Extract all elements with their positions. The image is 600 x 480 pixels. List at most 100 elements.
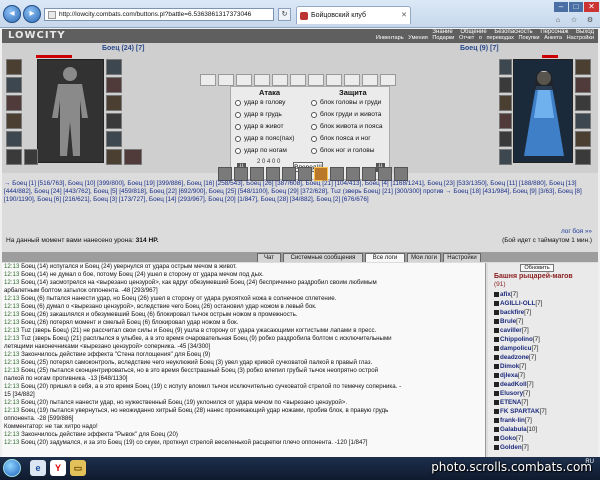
back-button[interactable]: ◂ bbox=[3, 5, 21, 23]
start-button[interactable] bbox=[3, 459, 21, 477]
online-user[interactable]: deadKoll[7] bbox=[494, 381, 534, 388]
user-name[interactable]: djlexa bbox=[500, 372, 518, 379]
defense-option[interactable]: блок груди и живота bbox=[320, 111, 381, 118]
equip-slot-left[interactable] bbox=[499, 131, 512, 147]
skill-icon[interactable] bbox=[362, 167, 376, 181]
online-user[interactable]: Brule[7] bbox=[494, 318, 523, 325]
effect-slot[interactable] bbox=[236, 74, 252, 86]
defense-radio[interactable] bbox=[311, 148, 317, 154]
effect-slot[interactable] bbox=[254, 74, 270, 86]
tab-my-logs[interactable]: Мои логи bbox=[407, 253, 441, 262]
user-name[interactable]: Galabula bbox=[500, 426, 527, 433]
menu-item[interactable]: Настройки bbox=[567, 35, 594, 41]
skill-icon[interactable] bbox=[250, 167, 264, 181]
equip-slot-helmet[interactable] bbox=[6, 59, 22, 75]
minimize-icon[interactable]: – bbox=[554, 2, 568, 12]
equip-slot-right[interactable] bbox=[575, 131, 591, 147]
maximize-icon[interactable]: □ bbox=[569, 2, 583, 12]
yandex-icon[interactable]: Y bbox=[50, 460, 66, 476]
effect-slot[interactable] bbox=[344, 74, 360, 86]
equip-slot-earrings[interactable] bbox=[106, 59, 122, 75]
menu-item[interactable]: Отчет о переводах bbox=[459, 35, 514, 41]
skill-icon[interactable] bbox=[282, 167, 296, 181]
user-name[interactable]: dampolicu bbox=[500, 345, 532, 352]
online-user[interactable]: dampolicu[7] bbox=[494, 345, 539, 352]
equip-slot-legs[interactable] bbox=[106, 131, 122, 147]
forward-button[interactable]: ▸ bbox=[23, 5, 41, 23]
effect-slot[interactable] bbox=[362, 74, 378, 86]
skill-icon[interactable] bbox=[346, 167, 360, 181]
menu-item[interactable]: Покупки bbox=[519, 35, 540, 41]
gear-icon[interactable]: ⚙ bbox=[585, 16, 595, 26]
user-name[interactable]: Elusory bbox=[500, 390, 523, 397]
private-message-icon[interactable] bbox=[494, 390, 499, 396]
defense-option[interactable]: блок ног и головы bbox=[320, 147, 374, 154]
defense-radio[interactable] bbox=[311, 112, 317, 118]
refresh-button[interactable]: Обновить bbox=[520, 264, 554, 272]
attack-option[interactable]: удар в грудь bbox=[244, 111, 282, 118]
equip-slot-pocket[interactable] bbox=[6, 149, 22, 165]
attack-radio[interactable] bbox=[235, 112, 241, 118]
tab-system[interactable]: Системные сообщения bbox=[283, 253, 363, 262]
online-user[interactable]: Dimok[7] bbox=[494, 363, 526, 370]
private-message-icon[interactable] bbox=[494, 426, 499, 432]
effect-slot[interactable] bbox=[218, 74, 234, 86]
sub-menu[interactable]: Инвентарь Умения Подарки Отчет о перевод… bbox=[376, 35, 594, 41]
equip-slot-right[interactable] bbox=[575, 59, 591, 75]
address-bar[interactable]: http://lowcity.combats.com/buttons.pl?ba… bbox=[44, 8, 274, 21]
attack-option[interactable]: удар в пояс(пах) bbox=[244, 135, 294, 142]
private-message-icon[interactable] bbox=[494, 345, 499, 351]
online-user[interactable]: Elusory[7] bbox=[494, 390, 530, 397]
online-user[interactable]: Golden[7] bbox=[494, 444, 529, 451]
user-name[interactable]: Goko bbox=[500, 435, 516, 442]
private-message-icon[interactable] bbox=[494, 354, 499, 360]
defense-radio[interactable] bbox=[311, 100, 317, 106]
skill-icon[interactable] bbox=[378, 167, 392, 181]
close-window-icon[interactable]: ✕ bbox=[584, 2, 599, 12]
private-message-icon[interactable] bbox=[494, 444, 499, 450]
player-left-name[interactable]: Боец (24) [7] bbox=[102, 45, 144, 52]
user-name[interactable]: Brule bbox=[500, 318, 516, 325]
menu-item[interactable]: Умения bbox=[408, 35, 428, 41]
skill-icon[interactable] bbox=[394, 167, 408, 181]
equip-slot-weapon[interactable] bbox=[6, 95, 22, 111]
user-name[interactable]: deadKoll bbox=[500, 381, 527, 388]
online-user[interactable]: caviller[7] bbox=[494, 327, 529, 334]
effect-slot[interactable] bbox=[326, 74, 342, 86]
attack-option[interactable]: удар в живот bbox=[244, 123, 284, 130]
attack-radio[interactable] bbox=[235, 148, 241, 154]
effect-slot[interactable] bbox=[290, 74, 306, 86]
home-icon[interactable]: ⌂ bbox=[553, 16, 563, 26]
online-user[interactable]: deadzone[7] bbox=[494, 354, 536, 361]
skill-icon[interactable] bbox=[266, 167, 280, 181]
skill-icon[interactable] bbox=[330, 167, 344, 181]
effect-slot[interactable] bbox=[308, 74, 324, 86]
browser-tab[interactable]: Бойцовский клуб ✕ bbox=[296, 6, 411, 24]
equip-slot-small[interactable] bbox=[24, 149, 38, 165]
effect-slot[interactable] bbox=[272, 74, 288, 86]
equip-slot-armor[interactable] bbox=[6, 113, 22, 129]
private-message-icon[interactable] bbox=[494, 372, 499, 378]
user-name[interactable]: caviller bbox=[500, 327, 522, 334]
user-name[interactable]: backfire bbox=[500, 309, 524, 316]
close-tab-icon[interactable]: ✕ bbox=[401, 7, 407, 24]
effect-slot[interactable] bbox=[380, 74, 396, 86]
equip-slot-ring[interactable] bbox=[106, 113, 122, 129]
equip-slot-belt[interactable] bbox=[6, 131, 22, 147]
equip-slot-shield[interactable] bbox=[106, 95, 122, 111]
equip-slot-amulet[interactable] bbox=[6, 77, 22, 93]
menu-item[interactable]: Инвентарь bbox=[376, 35, 404, 41]
private-message-icon[interactable] bbox=[494, 363, 499, 369]
favorites-icon[interactable]: ☆ bbox=[569, 16, 579, 26]
attack-option[interactable]: удар по ногам bbox=[244, 147, 287, 154]
defense-option[interactable]: блок головы и груди bbox=[320, 99, 381, 106]
player-right-name[interactable]: Боец (9) [7] bbox=[460, 45, 499, 52]
user-name[interactable]: frank-lin bbox=[500, 417, 525, 424]
heart-skill-icon[interactable] bbox=[314, 167, 328, 181]
skill-icon[interactable] bbox=[218, 167, 232, 181]
online-user[interactable]: ETENA[7] bbox=[494, 399, 528, 406]
attack-radio[interactable] bbox=[235, 124, 241, 130]
menu-item[interactable]: Подарки bbox=[432, 35, 454, 41]
user-name[interactable]: FK SPARTAK bbox=[500, 408, 540, 415]
equip-slot-small[interactable] bbox=[124, 149, 142, 165]
